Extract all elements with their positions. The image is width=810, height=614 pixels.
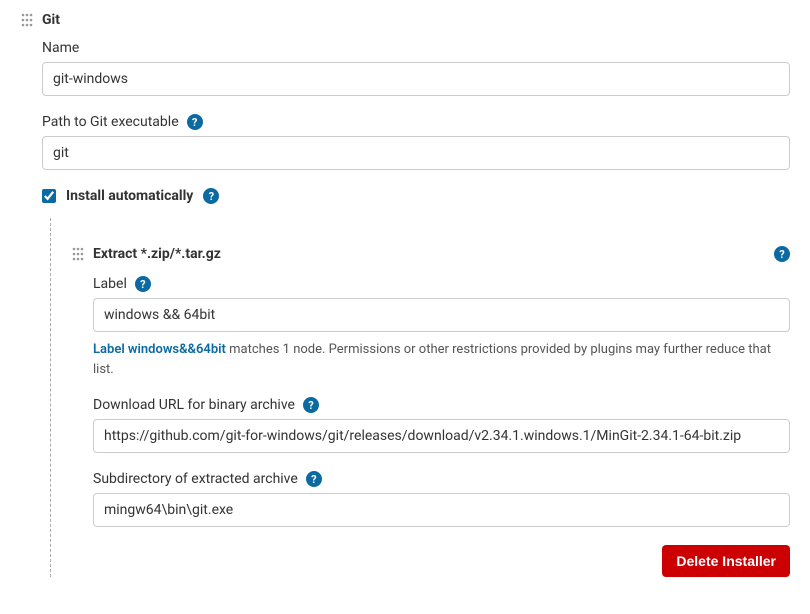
button-row: Delete Installer: [71, 545, 790, 577]
drag-handle-icon[interactable]: [20, 13, 34, 27]
path-input[interactable]: [42, 136, 790, 170]
section-title: Git: [42, 12, 60, 28]
help-icon[interactable]: ?: [203, 188, 219, 204]
path-field-group: Path to Git executable ?: [42, 114, 790, 170]
download-url-label: Download URL for binary archive: [93, 397, 295, 413]
help-icon[interactable]: ?: [135, 276, 151, 292]
installer-section: Extract *.zip/*.tar.gz ? Label ? Label w…: [50, 218, 790, 577]
subdirectory-input[interactable]: [93, 493, 790, 527]
delete-installer-button[interactable]: Delete Installer: [662, 545, 790, 577]
label-label: Label: [93, 276, 127, 292]
git-section-header: Git: [20, 12, 790, 28]
install-auto-row: Install automatically ?: [42, 188, 790, 204]
subdirectory-field-group: Subdirectory of extracted archive ?: [93, 471, 790, 527]
path-label: Path to Git executable: [42, 114, 179, 130]
subdirectory-label: Subdirectory of extracted archive: [93, 471, 298, 487]
help-icon[interactable]: ?: [774, 246, 790, 262]
install-auto-checkbox[interactable]: [42, 189, 56, 203]
download-url-input[interactable]: [93, 419, 790, 453]
drag-handle-icon[interactable]: [71, 247, 85, 261]
help-icon[interactable]: ?: [306, 471, 322, 487]
help-icon[interactable]: ?: [187, 114, 203, 130]
installer-header: Extract *.zip/*.tar.gz ?: [71, 218, 790, 262]
label-input[interactable]: [93, 298, 790, 332]
label-help-text: Label windows&&64bit matches 1 node. Per…: [93, 340, 790, 379]
name-input[interactable]: [42, 62, 790, 96]
name-field-group: Name: [42, 40, 790, 96]
download-url-field-group: Download URL for binary archive ?: [93, 397, 790, 453]
install-auto-label: Install automatically: [66, 188, 193, 204]
installer-title: Extract *.zip/*.tar.gz: [93, 246, 766, 262]
help-icon[interactable]: ?: [303, 397, 319, 413]
name-label: Name: [42, 40, 79, 56]
label-match-link[interactable]: Label windows&&64bit: [93, 342, 226, 357]
label-field-group: Label ? Label windows&&64bit matches 1 n…: [93, 276, 790, 379]
